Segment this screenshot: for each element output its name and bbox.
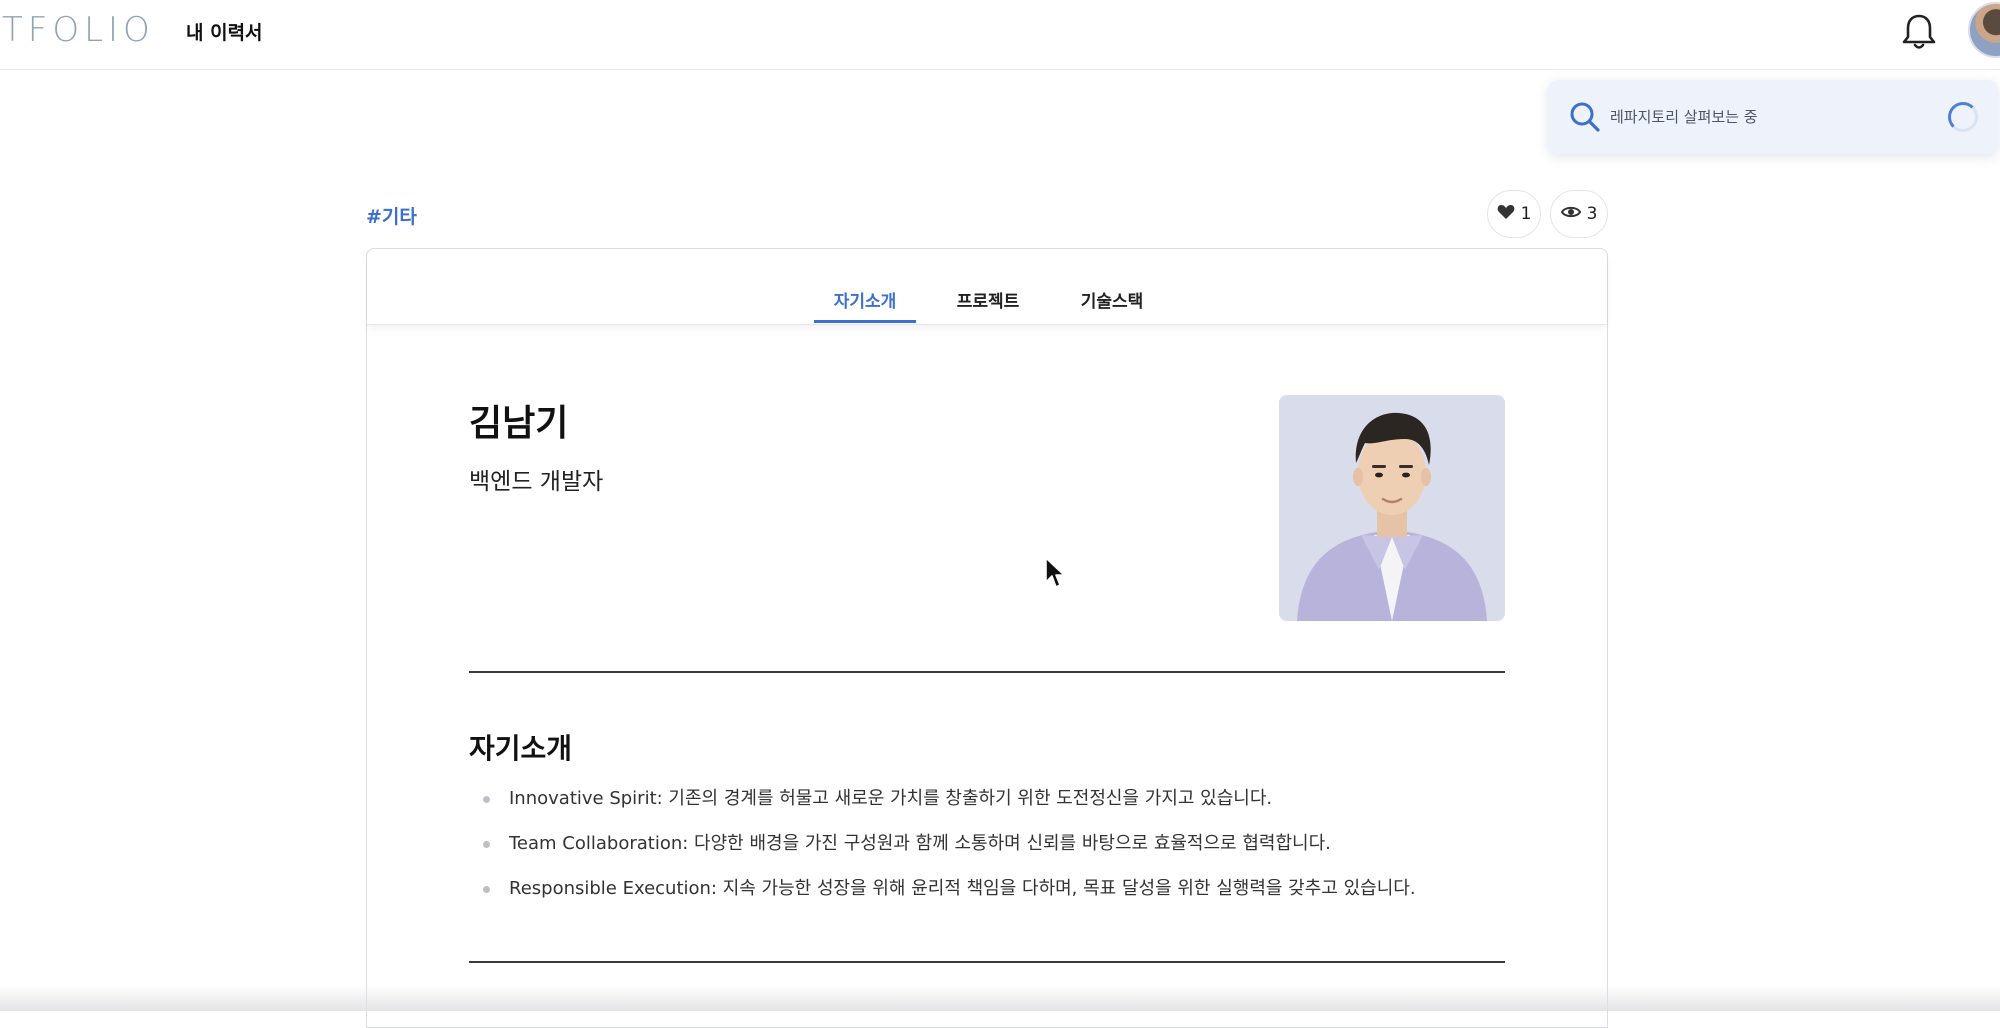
view-count: 3 <box>1586 204 1598 224</box>
profile-name: 김남기 <box>469 403 569 444</box>
toast-message: 레파지토리 살펴보는 중 <box>1610 108 1758 126</box>
like-button[interactable]: 1 <box>1487 190 1541 238</box>
top-navigation-bar: TFOLIO 내 이력서 <box>0 0 2000 70</box>
nav-my-resume-link[interactable]: 내 이력서 <box>186 18 263 45</box>
search-icon <box>1568 100 1602 134</box>
section-divider <box>469 961 1505 963</box>
notification-bell-icon[interactable] <box>1900 12 1938 52</box>
eye-icon <box>1560 204 1581 224</box>
profile-role: 백엔드 개발자 <box>469 469 604 495</box>
bottom-fade <box>0 985 2000 1011</box>
resume-tabs: 자기소개 프로젝트 기술스택 <box>367 249 1607 325</box>
mouse-cursor-icon <box>1044 556 1066 590</box>
list-item: Responsible Execution: 지속 가능한 성장을 위해 윤리적… <box>483 876 1416 921</box>
introduction-section-title: 자기소개 <box>469 732 573 765</box>
like-count: 1 <box>1520 204 1532 224</box>
resume-card: 자기소개 프로젝트 기술스택 김남기 백엔드 개발자 자기소개 Innovati… <box>366 248 1608 1028</box>
tab-projects[interactable]: 프로젝트 <box>935 287 1041 323</box>
list-item: Team Collaboration: 다양한 배경을 가진 구성원과 함께 소… <box>483 831 1416 876</box>
tfolio-logo[interactable]: TFOLIO <box>2 10 155 50</box>
repository-loading-toast: 레파지토리 살펴보는 중 <box>1548 80 1998 154</box>
heart-icon <box>1497 204 1515 225</box>
section-divider <box>469 671 1505 673</box>
introduction-list: Innovative Spirit: 기존의 경계를 허물고 새로운 가치를 창… <box>483 786 1416 921</box>
tab-tech-stack[interactable]: 기술스택 <box>1057 287 1167 323</box>
category-tag[interactable]: #기타 <box>366 202 417 229</box>
tab-introduction[interactable]: 자기소개 <box>814 287 916 323</box>
user-avatar[interactable] <box>1968 2 2000 58</box>
view-count-badge: 3 <box>1550 190 1608 238</box>
spinner-icon <box>1948 102 1978 132</box>
list-item: Innovative Spirit: 기존의 경계를 허물고 새로운 가치를 창… <box>483 786 1416 831</box>
profile-photo <box>1279 395 1505 621</box>
